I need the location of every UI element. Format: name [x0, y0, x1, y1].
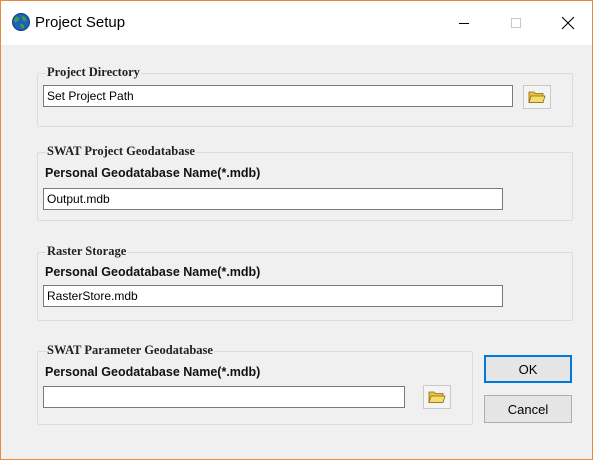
minimize-icon — [459, 23, 469, 24]
globe-icon — [12, 13, 30, 31]
swat-project-geodatabase-label: Personal Geodatabase Name(*.mdb) — [45, 166, 261, 180]
swat-project-geodatabase-input[interactable]: Output.mdb — [43, 188, 503, 210]
project-setup-dialog: Project Setup Project Directory Set Proj… — [0, 0, 593, 460]
folder-open-icon — [528, 91, 546, 103]
raster-storage-label: Personal Geodatabase Name(*.mdb) — [45, 265, 261, 279]
close-icon — [561, 16, 575, 30]
cancel-button[interactable]: Cancel — [484, 395, 572, 423]
swat-parameter-geodatabase-title: SWAT Parameter Geodatabase — [46, 343, 214, 358]
title-bar[interactable]: Project Setup — [1, 1, 592, 45]
raster-storage-title: Raster Storage — [46, 244, 128, 259]
swat-parameter-geodatabase-label: Personal Geodatabase Name(*.mdb) — [45, 365, 261, 379]
maximize-icon — [511, 18, 521, 28]
project-path-input[interactable]: Set Project Path — [43, 85, 513, 107]
window-title: Project Setup — [35, 14, 126, 31]
swat-project-geodatabase-group: SWAT Project Geodatabase — [37, 144, 573, 221]
project-directory-browse-button[interactable] — [523, 85, 551, 109]
raster-storage-input[interactable]: RasterStore.mdb — [43, 285, 503, 307]
swat-project-geodatabase-title: SWAT Project Geodatabase — [46, 144, 196, 159]
swat-parameter-browse-button[interactable] — [423, 385, 451, 409]
project-directory-title: Project Directory — [46, 65, 141, 80]
maximize-button[interactable] — [493, 1, 539, 45]
folder-open-icon — [428, 391, 446, 403]
swat-parameter-geodatabase-input[interactable] — [43, 386, 405, 408]
close-button[interactable] — [545, 1, 591, 45]
minimize-button[interactable] — [441, 1, 487, 45]
ok-button[interactable]: OK — [484, 355, 572, 383]
